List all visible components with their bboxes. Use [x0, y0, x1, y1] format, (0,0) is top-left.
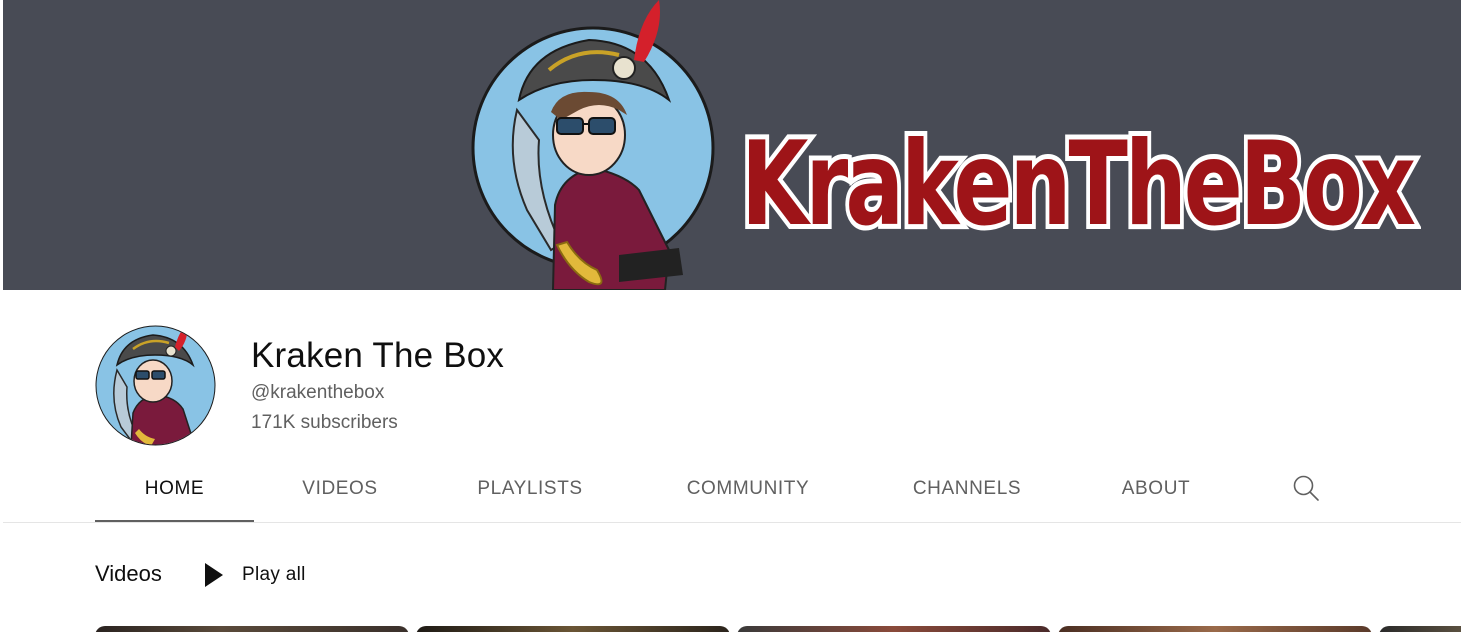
shelf-title[interactable]: Videos: [95, 561, 162, 587]
tab-home[interactable]: HOME: [95, 455, 254, 523]
tab-playlists[interactable]: PLAYLISTS: [452, 455, 608, 523]
play-all-label: Play all: [242, 564, 306, 585]
search-icon: [1293, 475, 1319, 501]
video-thumbnail[interactable]: [1379, 626, 1461, 632]
subscriber-count: 171K subscribers: [251, 412, 398, 433]
svg-text:KrakenTheBox: KrakenTheBox: [741, 117, 1415, 250]
tab-videos[interactable]: VIDEOS: [276, 455, 404, 523]
channel-handle: @krakenthebox: [251, 382, 385, 403]
video-thumbnail[interactable]: [1058, 626, 1372, 632]
video-thumbnail[interactable]: [416, 626, 730, 632]
tab-channels[interactable]: CHANNELS: [888, 455, 1046, 523]
banner-mascot-image: [471, 0, 715, 290]
tabs-divider: [3, 522, 1461, 523]
channel-page: KrakenTheBox Kraken The Box @krakenthebo…: [0, 0, 1461, 632]
channel-banner: KrakenTheBox: [3, 0, 1461, 290]
channel-search-button[interactable]: [1288, 470, 1324, 506]
channel-avatar[interactable]: [95, 325, 216, 446]
play-all-button[interactable]: Play all: [200, 558, 306, 592]
tab-about[interactable]: ABOUT: [1098, 455, 1214, 523]
channel-tabs: HOME VIDEOS PLAYLISTS COMMUNITY CHANNELS…: [0, 455, 1461, 524]
banner-logo-text: KrakenTheBox: [741, 112, 1421, 250]
tab-community[interactable]: COMMUNITY: [660, 455, 836, 523]
play-icon: [205, 563, 223, 587]
channel-name: Kraken The Box: [251, 336, 505, 375]
video-thumbnail[interactable]: [95, 626, 409, 632]
video-thumbnail[interactable]: [737, 626, 1051, 632]
